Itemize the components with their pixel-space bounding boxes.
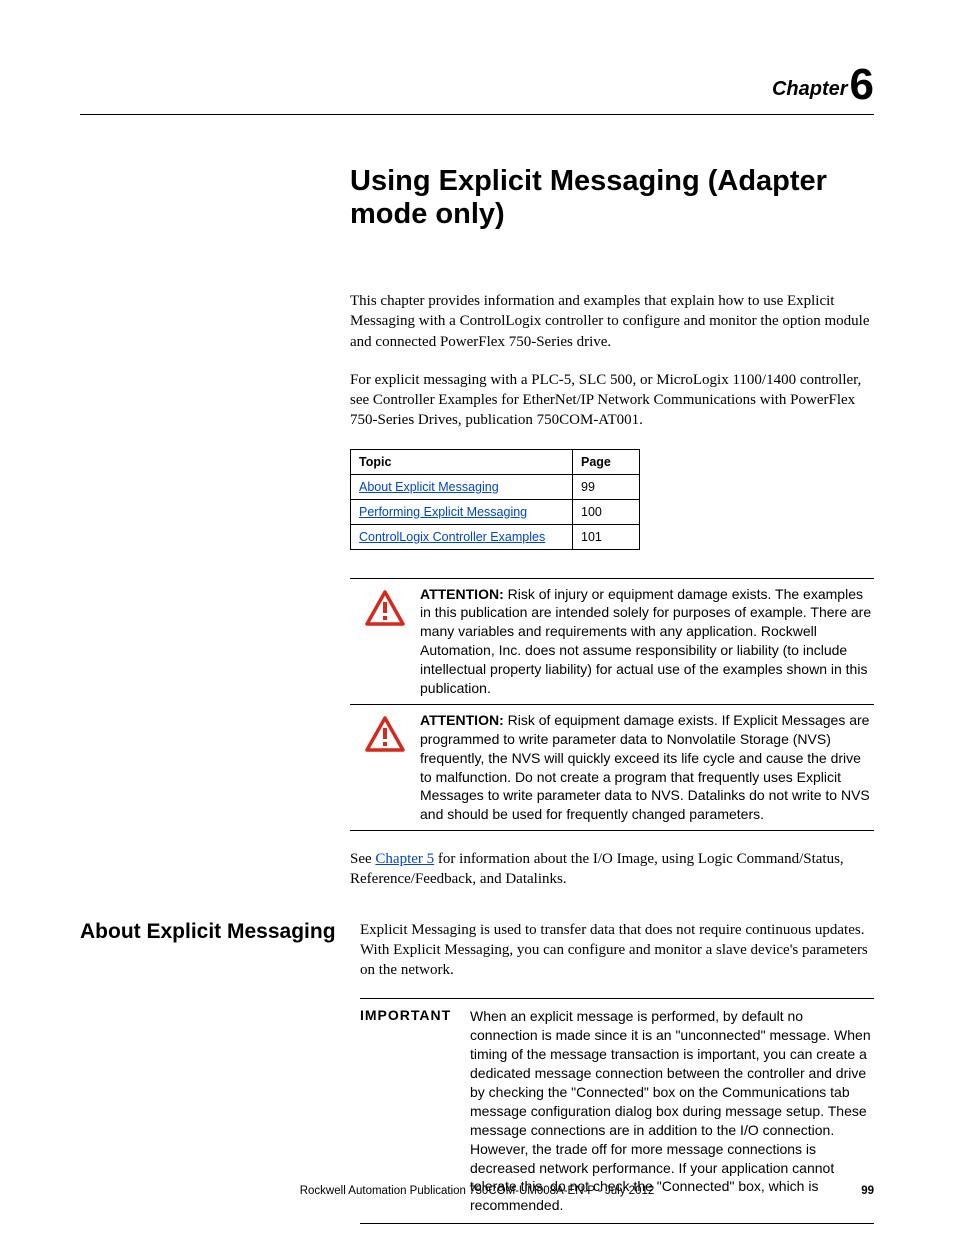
attention-body: Risk of equipment damage exists. If Expl… [420,712,870,822]
toc-link[interactable]: Performing Explicit Messaging [359,505,527,519]
chapter-header: Chapter6 [80,60,874,115]
chapter-number: 6 [850,60,874,109]
attention-block: ATTENTION: Risk of equipment damage exis… [350,705,874,831]
warning-triangle-icon [350,711,420,824]
toc-row: ControlLogix Controller Examples 101 [351,524,640,549]
attention-text: ATTENTION: Risk of injury or equipment d… [420,585,874,698]
footer-page-number: 99 [861,1185,874,1197]
see-prefix: See [350,851,375,867]
attention-body: Risk of injury or equipment damage exist… [420,586,871,696]
toc-row: Performing Explicit Messaging 100 [351,499,640,524]
toc-header-page: Page [573,449,640,474]
toc-page: 100 [573,499,640,524]
toc-row: About Explicit Messaging 99 [351,474,640,499]
toc-link[interactable]: ControlLogix Controller Examples [359,530,545,544]
section-heading: About Explicit Messaging [80,920,360,1225]
toc-page: 101 [573,524,640,549]
attention-block: ATTENTION: Risk of injury or equipment d… [350,578,874,705]
warning-triangle-icon [350,585,420,698]
attention-text: ATTENTION: Risk of equipment damage exis… [420,711,874,824]
attention-label: ATTENTION: [420,586,504,602]
toc-header-topic: Topic [351,449,573,474]
chapter-5-link[interactable]: Chapter 5 [375,851,434,867]
see-chapter-text: See Chapter 5 for information about the … [350,849,874,890]
intro-paragraph-2: For explicit messaging with a PLC-5, SLC… [350,370,874,431]
intro-paragraph-1: This chapter provides information and ex… [350,291,874,352]
chapter-label: Chapter [772,78,848,100]
attention-label: ATTENTION: [420,712,504,728]
section-body-text: Explicit Messaging is used to transfer d… [360,920,874,981]
toc-page: 99 [573,474,640,499]
toc-link[interactable]: About Explicit Messaging [359,480,499,494]
footer-text: Rockwell Automation Publication 750COM-U… [300,1185,655,1197]
toc-table: Topic Page About Explicit Messaging 99 P… [350,449,640,550]
page-title: Using Explicit Messaging (Adapter mode o… [350,165,874,231]
footer: Rockwell Automation Publication 750COM-U… [80,1185,874,1197]
